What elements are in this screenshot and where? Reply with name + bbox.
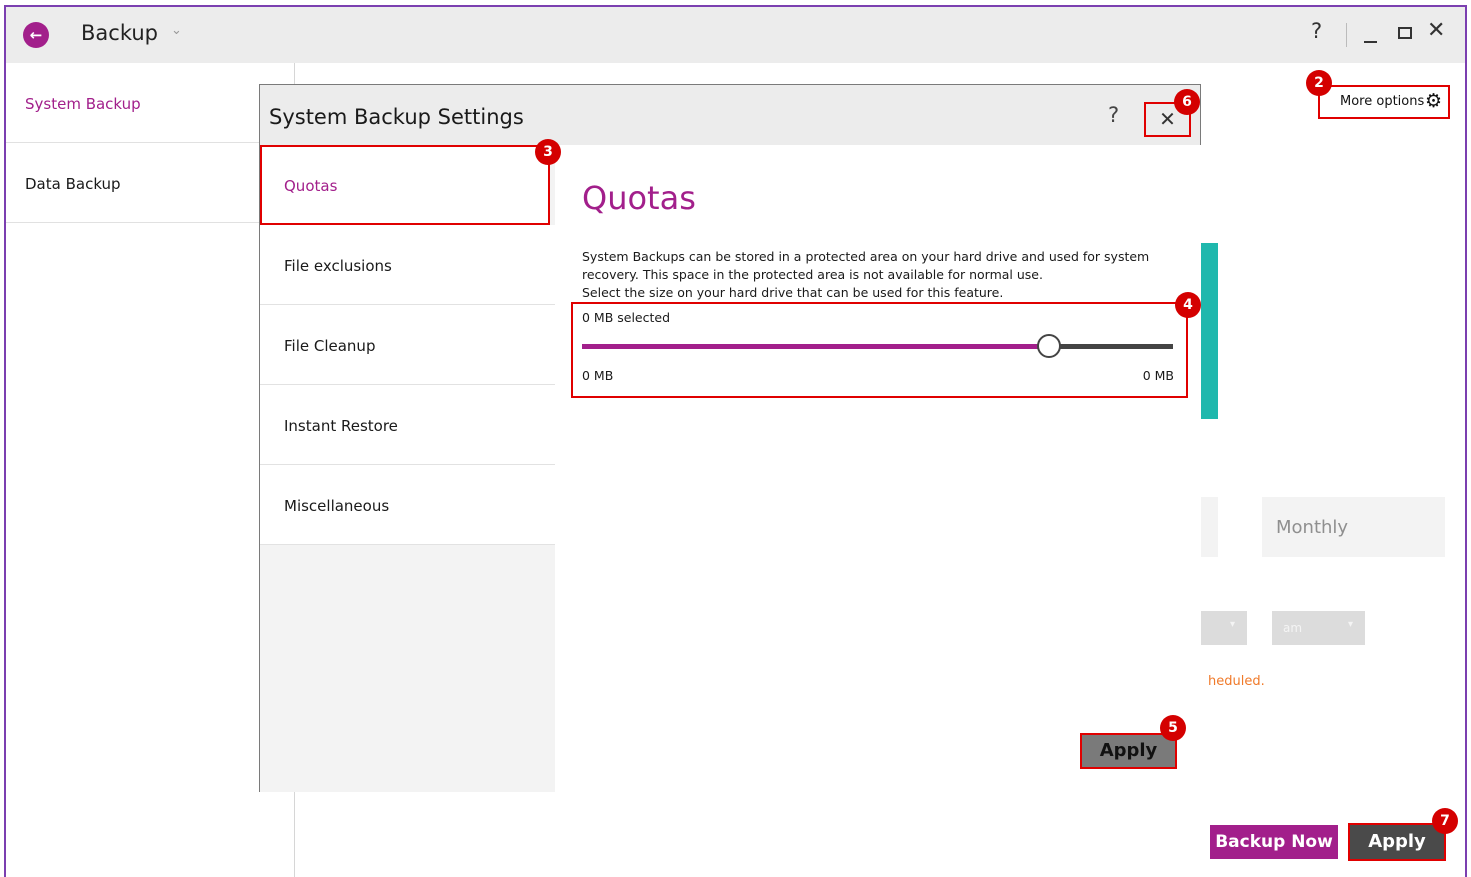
gear-icon: ⚙ [1424,90,1442,112]
backup-now-button[interactable]: Backup Now [1210,825,1338,859]
dialog-apply-button[interactable]: Apply [1080,733,1177,769]
step-badge: 2 [1306,70,1332,96]
settings-dialog: System Backup Settings ? ✕ Quotas File e… [259,84,1201,792]
sidebar-item-label: Data Backup [25,175,121,193]
quota-slider-group: 0 MB selected 0 MB 0 MB [571,302,1188,398]
more-options-button[interactable]: More options ⚙ [1318,85,1450,119]
tab-file-cleanup[interactable]: File Cleanup [260,305,555,385]
quota-instruction-text: Select the size on your hard drive that … [582,285,1004,300]
frequency-option-label: Monthly [1276,517,1349,538]
chevron-down-icon[interactable]: ⌄ [171,23,182,38]
slider-thumb[interactable] [1036,334,1061,358]
step-badge: 7 [1432,808,1458,834]
maximize-icon[interactable] [1398,27,1412,39]
tab-file-exclusions[interactable]: File exclusions [260,225,555,305]
frequency-option-monthly[interactable]: Monthly [1262,497,1445,557]
title-bar: ← Backup ⌄ ? ✕ [6,7,1465,63]
step-badge: 5 [1160,715,1186,741]
schedule-warning: heduled. [1208,674,1265,689]
dialog-header: System Backup Settings ? ✕ [260,85,1200,145]
step-badge: 3 [535,139,561,165]
ampm-dropdown[interactable]: am ▾ [1272,611,1365,645]
chevron-down-icon: ▾ [1229,619,1235,630]
dialog-title: System Backup Settings [269,105,524,129]
ampm-value: am [1283,621,1303,635]
quota-slider[interactable] [582,344,1173,349]
dialog-nav: Quotas File exclusions File Cleanup Inst… [260,145,555,792]
help-button[interactable]: ? [1311,19,1322,43]
tab-miscellaneous[interactable]: Miscellaneous [260,465,555,545]
sidebar-item-label: System Backup [25,95,141,113]
quota-description: System Backups can be stored in a protec… [582,248,1162,302]
selected-size-label: 0 MB selected [582,310,671,325]
more-options-label: More options [1340,94,1425,109]
slider-max-label: 0 MB [1142,368,1174,383]
step-badge: 4 [1175,292,1201,318]
minimize-icon[interactable] [1364,41,1377,43]
page-title: Quotas [582,179,696,217]
chevron-down-icon: ▾ [1347,619,1353,630]
tab-instant-restore[interactable]: Instant Restore [260,385,555,465]
apply-button[interactable]: Apply [1348,823,1446,861]
dialog-help-button[interactable]: ? [1108,103,1119,127]
quota-description-text: System Backups can be stored in a protec… [582,249,1150,282]
tab-quotas[interactable]: Quotas [260,145,550,225]
back-arrow-icon[interactable]: ← [23,22,49,48]
backup-status-panel [1201,243,1218,419]
sidebar: System Backup Data Backup [6,63,295,877]
time-dropdown[interactable]: ▾ [1201,611,1247,645]
slider-fill [582,344,1049,349]
app-title: Backup [81,21,158,45]
sidebar-item-data-backup[interactable]: Data Backup [6,143,295,223]
title-divider [1346,23,1347,47]
frequency-option-weekly[interactable] [1201,497,1218,557]
slider-min-label: 0 MB [582,368,614,383]
close-icon[interactable]: ✕ [1427,18,1445,43]
quotas-panel: Quotas System Backups can be stored in a… [555,145,1201,792]
step-badge: 6 [1174,89,1200,115]
sidebar-item-system-backup[interactable]: System Backup [6,63,295,143]
